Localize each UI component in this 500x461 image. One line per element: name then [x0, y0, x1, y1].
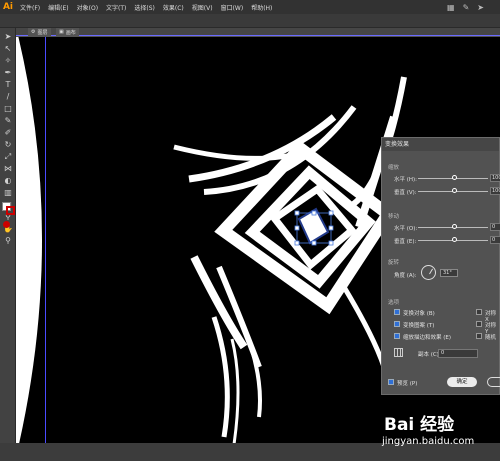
- move-section-label: 移动: [388, 214, 400, 220]
- random-checkbox[interactable]: [476, 333, 482, 339]
- angle-label: 角度 (A):: [394, 273, 417, 279]
- tab-label: 图层: [37, 29, 48, 36]
- menu-object[interactable]: 对象(O): [73, 3, 102, 12]
- spiral-squares: [173, 76, 407, 443]
- type-tool-icon[interactable]: T: [3, 80, 13, 90]
- brush-icon[interactable]: ✎: [463, 3, 470, 12]
- scale-section-label: 缩放: [388, 165, 400, 171]
- tab-icon: ⚙: [31, 29, 36, 35]
- tab-label: 画布: [65, 29, 76, 36]
- zoom-tool-icon[interactable]: ⚲: [3, 236, 13, 246]
- app-logo: Ai: [2, 2, 14, 12]
- white-arc-shape: [16, 37, 42, 443]
- menu-file[interactable]: 文件(F): [16, 3, 44, 12]
- none-swatch-icon[interactable]: [3, 221, 10, 228]
- move-vertical-input[interactable]: 0: [490, 236, 500, 244]
- move-vertical-label: 垂直 (E):: [394, 239, 417, 245]
- pen-tool-icon[interactable]: ✒: [3, 68, 13, 78]
- move-horizontal-knob[interactable]: [452, 224, 457, 229]
- transform-objects-checkbox[interactable]: [394, 309, 400, 315]
- menu-help[interactable]: 帮助(H): [247, 3, 276, 12]
- menu-view[interactable]: 视图(V): [188, 3, 217, 12]
- line-tool-icon[interactable]: /: [3, 92, 13, 102]
- angle-input[interactable]: 31°: [440, 269, 458, 277]
- transform-effect-dialog: 变换效果 缩放 水平 (H): 100 垂直 (V): 100 移动 水平 (O…: [381, 137, 500, 395]
- rotate-section-label: 旋转: [388, 260, 400, 266]
- paintbrush-tool-icon[interactable]: ✎: [3, 116, 13, 126]
- grid-icon[interactable]: ▦: [447, 3, 455, 12]
- options-section-label: 选项: [388, 300, 400, 306]
- graph-tool-icon[interactable]: ▥: [3, 188, 13, 198]
- scale-vertical-input[interactable]: 100: [490, 187, 500, 195]
- scale-strokes-checkbox[interactable]: [394, 333, 400, 339]
- move-horizontal-input[interactable]: 0: [490, 223, 500, 231]
- baidu-watermark: Bai 经验 jingyan.baidu.com: [378, 402, 500, 458]
- shape-builder-icon[interactable]: ◐: [3, 176, 13, 186]
- tab-icon: ▣: [59, 29, 64, 35]
- rectangle-tool-icon[interactable]: □: [3, 104, 13, 114]
- transform-objects-label: 变换对象 (B): [403, 311, 435, 317]
- tools-panel: ➤ ↖ ✧ ✒ T / □ ✎ ✐ ↻ ⤢ ⋈ ◐ ▥ ▤ ⚲ ✋ ⚲: [0, 28, 16, 461]
- transform-patterns-label: 变换图案 (T): [403, 323, 435, 329]
- scale-strokes-label: 缩放描边和效果 (E): [403, 335, 452, 341]
- reflect-x-checkbox[interactable]: [476, 309, 482, 315]
- scale-tool-icon[interactable]: ⤢: [3, 152, 13, 162]
- dialog-title: 变换效果: [382, 138, 499, 151]
- scale-vertical-label: 垂直 (V):: [394, 190, 417, 196]
- control-panel: [0, 14, 500, 28]
- cancel-button[interactable]: [487, 377, 500, 387]
- document-tab-bar: ⚙ 图层 ▣ 画布: [16, 28, 500, 36]
- menu-edit[interactable]: 编辑(E): [44, 3, 72, 12]
- pencil-tool-icon[interactable]: ✐: [3, 128, 13, 138]
- angle-dial-needle: [429, 268, 434, 275]
- artboard-edge-guide: [45, 37, 46, 443]
- stroke-swatch-icon[interactable]: [6, 206, 15, 215]
- scale-horizontal-knob[interactable]: [452, 175, 457, 180]
- reference-point-icon[interactable]: [394, 348, 403, 357]
- width-tool-icon[interactable]: ⋈: [3, 164, 13, 174]
- move-vertical-knob[interactable]: [452, 237, 457, 242]
- watermark-brand: Bai 经验: [384, 415, 455, 435]
- tab-layers[interactable]: ⚙ 图层: [28, 28, 51, 36]
- scale-horizontal-input[interactable]: 100: [490, 174, 500, 182]
- selection-tool-icon[interactable]: ➤: [3, 32, 13, 42]
- menu-bar: Ai 文件(F) 编辑(E) 对象(O) 文字(T) 选择(S) 效果(C) 视…: [0, 0, 500, 14]
- scale-horizontal-label: 水平 (H):: [394, 177, 418, 183]
- ok-button[interactable]: 确定: [447, 377, 477, 387]
- transform-patterns-checkbox[interactable]: [394, 321, 400, 327]
- reflect-y-checkbox[interactable]: [476, 321, 482, 327]
- menu-effect[interactable]: 效果(C): [159, 3, 188, 12]
- move-horizontal-label: 水平 (O):: [394, 226, 418, 232]
- copies-input[interactable]: 0: [438, 349, 478, 358]
- rotate-tool-icon[interactable]: ↻: [3, 140, 13, 150]
- direct-selection-tool-icon[interactable]: ↖: [3, 44, 13, 54]
- random-label: 随机: [485, 335, 497, 341]
- tab-canvas[interactable]: ▣ 画布: [56, 28, 79, 36]
- menu-select[interactable]: 选择(S): [130, 3, 159, 12]
- preview-checkbox[interactable]: [388, 379, 394, 385]
- menu-type[interactable]: 文字(T): [102, 3, 130, 12]
- magic-wand-icon[interactable]: ✧: [3, 56, 13, 66]
- watermark-url: jingyan.baidu.com: [382, 436, 475, 447]
- menu-window[interactable]: 窗口(W): [217, 3, 248, 12]
- send-icon[interactable]: ➤: [477, 3, 484, 12]
- scale-vertical-knob[interactable]: [452, 188, 457, 193]
- preview-label: 预览 (P): [397, 381, 418, 387]
- angle-dial[interactable]: [421, 265, 436, 280]
